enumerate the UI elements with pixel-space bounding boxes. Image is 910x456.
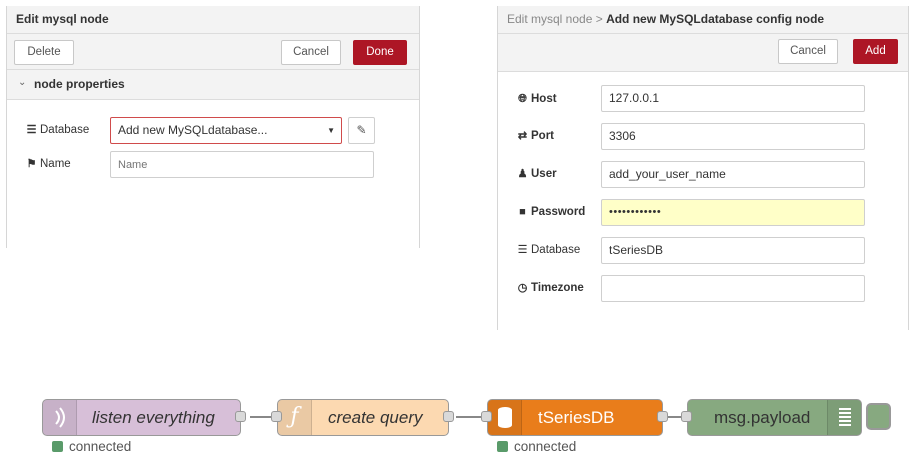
port-label: ⇄ Port: [516, 128, 554, 144]
user-input[interactable]: add_your_user_name: [601, 161, 865, 188]
output-port[interactable]: [443, 411, 454, 422]
name-label-text: Name: [40, 158, 71, 170]
input-port[interactable]: [481, 411, 492, 422]
name-label: ⚑ Name: [25, 156, 71, 172]
node-label: tSeriesDB: [538, 408, 615, 427]
user-label: ♟ User: [516, 166, 557, 182]
node-listen-everything[interactable]: listen everything: [42, 399, 241, 436]
timezone-label: ◷ Timezone: [516, 280, 584, 296]
status-dot-icon: [52, 441, 63, 452]
port-label-text: Port: [531, 130, 554, 142]
host-input[interactable]: 127.0.0.1: [601, 85, 865, 112]
breadcrumb: Edit mysql node > Add new MySQLdatabase …: [498, 6, 908, 34]
user-icon: ♟: [517, 168, 528, 180]
function-icon: ƒ: [278, 400, 312, 435]
dropdown-caret-icon: ▼: [327, 126, 335, 135]
globe-icon: 🌐︎: [518, 93, 527, 105]
toolbar: [498, 34, 908, 72]
database-icon: ☰: [26, 124, 37, 136]
output-port[interactable]: [657, 411, 668, 422]
done-button[interactable]: Done: [353, 40, 407, 65]
status-badge-listen: connected: [52, 440, 131, 454]
database-input[interactable]: tSeriesDB: [601, 237, 865, 264]
password-label: ■ Password: [516, 204, 585, 220]
breadcrumb-parent[interactable]: Edit mysql node >: [507, 12, 603, 26]
input-port[interactable]: [681, 411, 692, 422]
status-text: connected: [69, 439, 132, 454]
status-dot-icon: [497, 441, 508, 452]
input-port[interactable]: [271, 411, 282, 422]
database-select-value: Add new MySQLdatabase...: [118, 123, 268, 137]
timezone-input[interactable]: [601, 275, 865, 302]
database-label: ☰ Database: [25, 122, 90, 138]
edit-node-panel: Edit mysql node Delete Cancel Done ⌄ nod…: [6, 6, 420, 248]
port-input[interactable]: 3306: [601, 123, 865, 150]
delete-button[interactable]: Delete: [14, 40, 74, 65]
database-select[interactable]: Add new MySQLdatabase... ▼: [110, 117, 342, 144]
panel-title: Edit mysql node: [7, 6, 419, 34]
cancel-button[interactable]: Cancel: [281, 40, 341, 65]
websocket-icon: [43, 400, 77, 435]
name-input[interactable]: [110, 151, 374, 178]
password-label-text: Password: [531, 206, 586, 218]
status-badge-db: connected: [497, 440, 576, 454]
debug-icon: [827, 400, 861, 435]
add-button[interactable]: Add: [853, 39, 898, 64]
chevron-down-icon: ⌄: [18, 77, 27, 88]
output-port[interactable]: [235, 411, 246, 422]
section-header-node-properties[interactable]: ⌄ node properties: [7, 70, 419, 100]
debug-toggle-button[interactable]: [866, 403, 891, 430]
database-icon: [488, 400, 522, 435]
node-label: listen everything: [92, 408, 215, 427]
database-label-text: Database: [531, 244, 581, 256]
node-create-query[interactable]: ƒ create query: [277, 399, 449, 436]
node-tseriesdb[interactable]: tSeriesDB: [487, 399, 663, 436]
timezone-label-text: Timezone: [531, 282, 584, 294]
lock-icon: ■: [519, 206, 526, 218]
user-label-text: User: [531, 168, 557, 180]
database-label-text: Database: [40, 124, 90, 136]
database-icon: ☰: [517, 244, 528, 256]
host-label-text: Host: [531, 93, 557, 105]
status-text: connected: [514, 439, 577, 454]
pencil-icon: ✎: [356, 123, 367, 137]
node-label: create query: [328, 408, 423, 427]
section-label: node properties: [34, 77, 125, 91]
config-node-panel: Edit mysql node > Add new MySQLdatabase …: [497, 6, 909, 330]
clock-icon: ◷: [517, 282, 528, 294]
host-label: 🌐︎ Host: [516, 91, 557, 107]
node-msg-payload[interactable]: msg.payload: [687, 399, 862, 436]
random-icon: ⇄: [517, 130, 528, 142]
cancel-button[interactable]: Cancel: [778, 39, 838, 64]
breadcrumb-current: Add new MySQLdatabase config node: [606, 12, 825, 26]
edit-config-button[interactable]: ✎: [348, 117, 375, 144]
tag-icon: ⚑: [26, 158, 37, 170]
node-label: msg.payload: [714, 408, 811, 427]
database-label: ☰ Database: [516, 242, 581, 258]
password-input[interactable]: ••••••••••••: [601, 199, 865, 226]
